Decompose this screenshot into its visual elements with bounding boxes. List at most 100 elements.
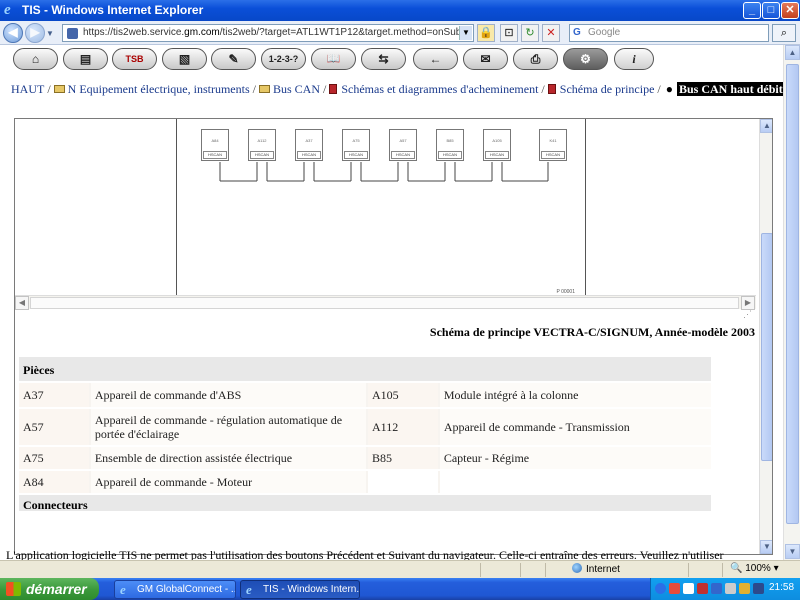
- search-placeholder: Google: [588, 27, 621, 38]
- part-code: A105: [368, 383, 438, 407]
- horizontal-scroll-thumb[interactable]: [30, 297, 739, 309]
- print-button[interactable]: ⎙: [513, 48, 558, 70]
- scroll-left-icon[interactable]: ◀: [15, 296, 29, 310]
- part-description: Appareil de commande - régulation automa…: [90, 409, 366, 445]
- page-viewport: ⌂ ▤ TSB ▧ ✎ 1-2-3-? 📖 ⇆ ← ✉ ⎙ ⚙ i HAUT / N…: [0, 45, 800, 560]
- taskbar-item-tis[interactable]: e TIS - Windows Intern...: [240, 580, 360, 599]
- ecu-module[interactable]: A105 HSCAN: [483, 129, 511, 161]
- part-description: Appareil de commande - Transmission: [439, 409, 711, 445]
- url-text[interactable]: https://tis2web.service.gm.com/tis2web/?…: [83, 27, 463, 38]
- diagram-button[interactable]: ⇆: [361, 48, 406, 70]
- page-scroll-up-icon[interactable]: ▲: [785, 45, 800, 60]
- history-dropdown-icon[interactable]: ▼: [46, 29, 56, 38]
- wiring-diagram[interactable]: P 00001 A84 HSCAN A112 HSCAN A37 HSCAN A75 HSCA…: [176, 119, 586, 299]
- book-button[interactable]: 📖: [311, 48, 356, 70]
- ecu-label: B85: [446, 138, 454, 143]
- bullet-icon: ●: [665, 82, 673, 96]
- page-scroll-thumb[interactable]: [786, 64, 799, 524]
- part-description: [439, 471, 711, 493]
- zoom-control[interactable]: 🔍 100% ▾: [730, 563, 779, 574]
- frame-scroll-thumb[interactable]: [761, 233, 772, 461]
- connectors-heading: Connecteurs: [19, 495, 711, 511]
- security-icon[interactable]: [669, 583, 680, 594]
- docs-button[interactable]: ▤: [63, 48, 108, 70]
- address-field[interactable]: https://tis2web.service.gm.com/tis2web/?…: [62, 24, 474, 42]
- refresh-icon[interactable]: ↻: [521, 24, 539, 42]
- breadcrumb-buscan-link[interactable]: Bus CAN: [273, 82, 320, 96]
- stop-icon[interactable]: ✕: [542, 24, 560, 42]
- part-code: A57: [19, 409, 89, 445]
- address-dropdown-icon[interactable]: ▼: [459, 26, 472, 40]
- frame-vertical-scrollbar[interactable]: ▲ ▼: [759, 119, 772, 554]
- folder-icon: [53, 85, 65, 93]
- maximize-button[interactable]: □: [762, 2, 780, 19]
- breadcrumb-diagrams-link[interactable]: Schémas et diagrammes d'acheminement: [341, 82, 538, 96]
- scroll-right-icon[interactable]: ▶: [741, 296, 755, 310]
- compatibility-icon[interactable]: ⊡: [500, 24, 518, 42]
- page-scroll-down-icon[interactable]: ▼: [785, 544, 800, 559]
- scroll-up-icon[interactable]: ▲: [760, 119, 772, 133]
- search-button[interactable]: ⌕: [772, 24, 796, 42]
- hscan-connector: HSCAN: [391, 151, 415, 159]
- ecu-label: A75: [352, 138, 360, 143]
- breadcrumb-current: Bus CAN haut débit: [677, 82, 785, 96]
- clock: 21:58: [769, 582, 795, 593]
- horizontal-scrollbar[interactable]: ◀ ▶: [15, 295, 756, 310]
- ecu-module[interactable]: K41 HSCAN: [539, 129, 567, 161]
- info-button[interactable]: i: [614, 48, 654, 70]
- part-description: Module intégré à la colonne: [439, 383, 711, 407]
- ecu-module[interactable]: B85 HSCAN: [436, 129, 464, 161]
- minimize-button[interactable]: _: [743, 2, 761, 19]
- taskbar-item-gm-globalconnect[interactable]: e GM GlobalConnect - ...: [114, 580, 236, 599]
- start-button[interactable]: démarrer: [0, 578, 99, 600]
- manuals-button[interactable]: ▧: [162, 48, 207, 70]
- hscan-connector: HSCAN: [250, 151, 274, 159]
- lock-icon[interactable]: 🔒: [477, 24, 495, 42]
- breadcrumb-home-link[interactable]: HAUT: [11, 82, 44, 96]
- breadcrumb-schema-link[interactable]: Schéma de principe: [560, 82, 655, 96]
- page-vertical-scrollbar[interactable]: ▲ ▼: [783, 45, 800, 560]
- ecu-module[interactable]: A75 HSCAN: [342, 129, 370, 161]
- search-field[interactable]: G Google: [569, 24, 769, 42]
- volume-icon[interactable]: [725, 583, 736, 594]
- part-code: A75: [19, 447, 89, 469]
- close-button[interactable]: ✕: [781, 2, 799, 19]
- hscan-connector: HSCAN: [203, 151, 227, 159]
- back-button[interactable]: ◀: [3, 23, 23, 43]
- antivirus-icon[interactable]: [697, 583, 708, 594]
- diagram-scroll-area: P 00001 A84 HSCAN A112 HSCAN A37 HSCAN A75 HSCA…: [15, 119, 756, 310]
- book-icon: [329, 84, 338, 94]
- ie-icon: e: [246, 582, 252, 597]
- back-arrow-icon[interactable]: [655, 583, 666, 594]
- ecu-module[interactable]: A57 HSCAN: [389, 129, 417, 161]
- ecu-module[interactable]: A112 HSCAN: [248, 129, 276, 161]
- forward-button[interactable]: ▶: [25, 23, 45, 43]
- network-icon[interactable]: [683, 583, 694, 594]
- back-page-button[interactable]: ←: [413, 48, 458, 70]
- tools-button[interactable]: ✎: [211, 48, 256, 70]
- ecu-label: A105: [492, 138, 502, 143]
- ecu-module[interactable]: A37 HSCAN: [295, 129, 323, 161]
- tsb-button[interactable]: TSB: [112, 48, 157, 70]
- hscan-connector: HSCAN: [541, 151, 565, 159]
- ie-logo-icon: e: [4, 2, 11, 18]
- ecu-label: A112: [257, 138, 267, 143]
- network-alert-icon[interactable]: [711, 583, 722, 594]
- email-button[interactable]: ✉: [463, 48, 508, 70]
- printer-icon[interactable]: [739, 583, 750, 594]
- globe-icon: [572, 563, 582, 573]
- google-icon: G: [573, 27, 581, 38]
- home-button[interactable]: ⌂: [13, 48, 58, 70]
- security-zone[interactable]: Internet: [572, 563, 620, 575]
- parts-heading: Pièces: [19, 357, 711, 381]
- display-icon[interactable]: [753, 583, 764, 594]
- breadcrumb-electrical-link[interactable]: N Equipement électrique, instruments: [68, 82, 250, 96]
- diagram-caption: Schéma de principe VECTRA-C/SIGNUM, Anné…: [429, 325, 755, 339]
- content-frame[interactable]: P 00001 A84 HSCAN A112 HSCAN A37 HSCAN A75 HSCA…: [14, 118, 773, 555]
- steps-button[interactable]: 1-2-3-?: [261, 48, 306, 70]
- part-code: A112: [368, 409, 438, 445]
- can-bus-lines: [219, 162, 549, 182]
- folder-icon: [258, 85, 270, 93]
- settings-button[interactable]: ⚙: [563, 48, 608, 70]
- ecu-module[interactable]: A84 HSCAN: [201, 129, 229, 161]
